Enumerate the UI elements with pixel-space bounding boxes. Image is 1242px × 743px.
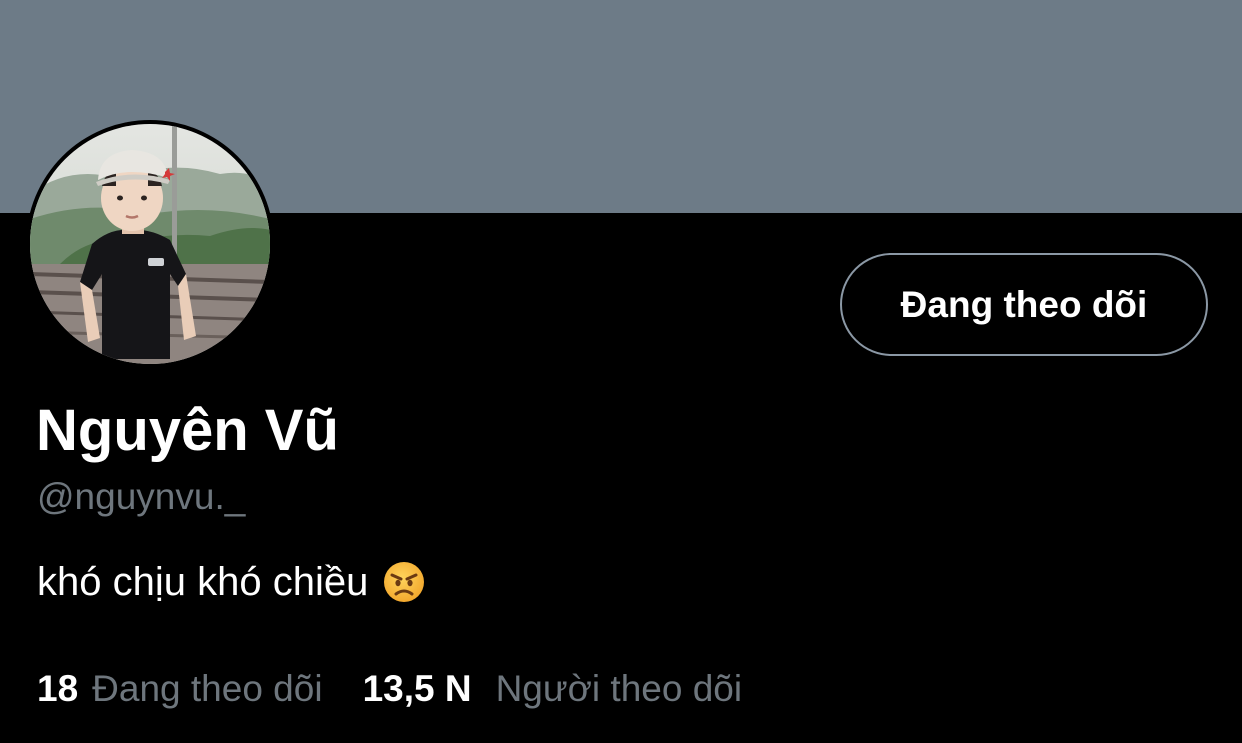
followers-label: Người theo dõi <box>495 668 743 709</box>
following-button[interactable]: Đang theo dõi <box>840 253 1208 356</box>
following-label: Đang theo dõi <box>92 668 323 709</box>
profile-bio: khó chịu khó chiều <box>37 557 426 607</box>
followers-count: 13,5 N <box>362 668 472 709</box>
bio-text: khó chịu khó chiều <box>37 560 369 604</box>
followers-stat-link[interactable]: 13,5 N Người theo dõi <box>363 665 743 713</box>
avatar-photo <box>30 124 270 364</box>
profile-stats: 18 Đang theo dõi 13,5 N Người theo dõi <box>37 665 742 713</box>
following-count: 18 <box>37 668 79 709</box>
display-name: Nguyên Vũ <box>36 398 339 463</box>
profile-screen: Đang theo dõi Nguyên Vũ @nguynvu._ khó c… <box>0 0 1242 743</box>
following-stat-link[interactable]: 18 Đang theo dõi <box>37 665 323 713</box>
avatar[interactable] <box>30 124 270 364</box>
user-handle: @nguynvu._ <box>37 476 246 517</box>
angry-face-emoji-icon <box>382 560 426 604</box>
